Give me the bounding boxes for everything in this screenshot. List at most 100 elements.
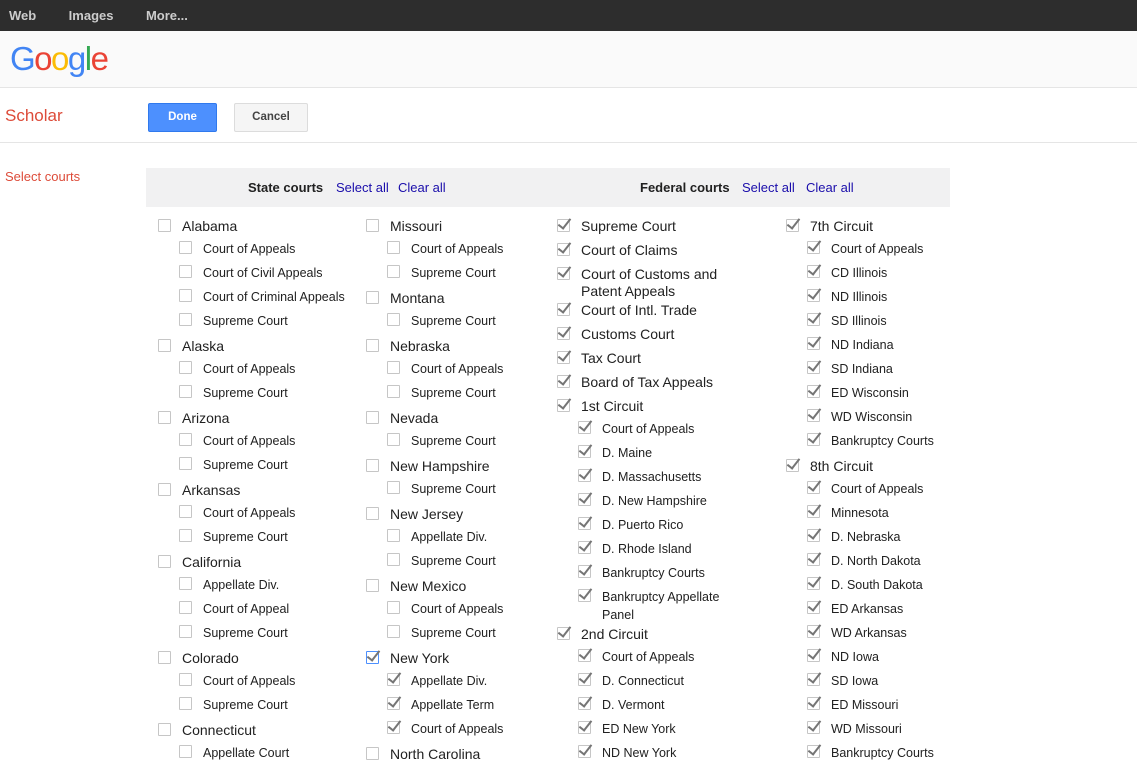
court-checkbox[interactable] bbox=[578, 697, 591, 710]
court-label[interactable]: Court of Appeal bbox=[203, 600, 289, 618]
court-label[interactable]: Court of Appeals bbox=[411, 720, 503, 738]
court-label[interactable]: New York bbox=[390, 650, 449, 667]
court-label[interactable]: Alaska bbox=[182, 338, 224, 355]
court-checkbox[interactable] bbox=[387, 361, 400, 374]
court-label[interactable]: Court of Appeals bbox=[203, 432, 295, 450]
court-label[interactable]: Bankruptcy Courts bbox=[602, 564, 705, 582]
court-checkbox[interactable] bbox=[366, 411, 379, 424]
court-checkbox[interactable] bbox=[807, 433, 820, 446]
court-checkbox[interactable] bbox=[366, 459, 379, 472]
court-label[interactable]: D. South Dakota bbox=[831, 576, 923, 594]
federal-clear-all-link[interactable]: Clear all bbox=[806, 168, 854, 207]
court-checkbox[interactable] bbox=[179, 745, 192, 758]
court-label[interactable]: Bankruptcy Appellate Panel bbox=[602, 588, 753, 624]
court-label[interactable]: Nevada bbox=[390, 410, 438, 427]
court-label[interactable]: Arkansas bbox=[182, 482, 240, 499]
court-label[interactable]: Supreme Court bbox=[411, 624, 496, 642]
court-label[interactable]: Supreme Court bbox=[411, 480, 496, 498]
court-label[interactable]: D. Connecticut bbox=[602, 672, 684, 690]
court-label[interactable]: Supreme Court bbox=[203, 456, 288, 474]
court-checkbox[interactable] bbox=[179, 241, 192, 254]
court-label[interactable]: D. Rhode Island bbox=[602, 540, 692, 558]
court-label[interactable]: WD Wisconsin bbox=[831, 408, 912, 426]
court-label[interactable]: Appellate Div. bbox=[411, 672, 487, 690]
court-checkbox[interactable] bbox=[158, 339, 171, 352]
court-label[interactable]: Arizona bbox=[182, 410, 229, 427]
court-label[interactable]: Court of Intl. Trade bbox=[581, 302, 697, 319]
court-label[interactable]: Tax Court bbox=[581, 350, 641, 367]
court-checkbox[interactable] bbox=[578, 469, 591, 482]
court-checkbox[interactable] bbox=[578, 565, 591, 578]
court-checkbox[interactable] bbox=[179, 313, 192, 326]
court-label[interactable]: Appellate Court bbox=[203, 744, 289, 762]
court-label[interactable]: Court of Appeals bbox=[411, 600, 503, 618]
court-label[interactable]: Customs Court bbox=[581, 326, 674, 343]
court-checkbox[interactable] bbox=[366, 579, 379, 592]
court-label[interactable]: CD Illinois bbox=[831, 264, 887, 282]
court-checkbox[interactable] bbox=[807, 625, 820, 638]
court-checkbox[interactable] bbox=[557, 219, 570, 232]
court-label[interactable]: D. Puerto Rico bbox=[602, 516, 683, 534]
nav-web-link[interactable]: Web bbox=[0, 0, 50, 31]
court-label[interactable]: Supreme Court bbox=[203, 384, 288, 402]
court-checkbox[interactable] bbox=[179, 673, 192, 686]
court-label[interactable]: Court of Appeals bbox=[831, 240, 923, 258]
court-checkbox[interactable] bbox=[179, 385, 192, 398]
court-label[interactable]: Court of Claims bbox=[581, 242, 677, 259]
court-label[interactable]: ED Arkansas bbox=[831, 600, 903, 618]
court-checkbox[interactable] bbox=[807, 745, 820, 758]
court-label[interactable]: D. Vermont bbox=[602, 696, 665, 714]
court-label[interactable]: New Jersey bbox=[390, 506, 463, 523]
court-checkbox[interactable] bbox=[578, 721, 591, 734]
court-checkbox[interactable] bbox=[158, 411, 171, 424]
court-label[interactable]: Bankruptcy Courts bbox=[831, 432, 934, 450]
court-checkbox[interactable] bbox=[557, 327, 570, 340]
court-checkbox[interactable] bbox=[387, 721, 400, 734]
court-label[interactable]: D. Massachusetts bbox=[602, 468, 701, 486]
court-checkbox[interactable] bbox=[807, 289, 820, 302]
court-label[interactable]: WD Arkansas bbox=[831, 624, 907, 642]
court-checkbox[interactable] bbox=[557, 351, 570, 364]
court-checkbox[interactable] bbox=[786, 459, 799, 472]
court-checkbox[interactable] bbox=[807, 337, 820, 350]
court-checkbox[interactable] bbox=[179, 625, 192, 638]
court-checkbox[interactable] bbox=[387, 481, 400, 494]
court-checkbox[interactable] bbox=[807, 529, 820, 542]
court-checkbox[interactable] bbox=[158, 651, 171, 664]
court-label[interactable]: Bankruptcy Courts bbox=[831, 744, 934, 762]
court-checkbox[interactable] bbox=[179, 289, 192, 302]
court-label[interactable]: SD Indiana bbox=[831, 360, 893, 378]
court-checkbox[interactable] bbox=[557, 375, 570, 388]
court-label[interactable]: Appellate Term bbox=[411, 696, 494, 714]
court-label[interactable]: Missouri bbox=[390, 218, 442, 235]
court-checkbox[interactable] bbox=[366, 651, 379, 664]
court-label[interactable]: ND Iowa bbox=[831, 648, 879, 666]
court-checkbox[interactable] bbox=[807, 697, 820, 710]
court-label[interactable]: WD Missouri bbox=[831, 720, 902, 738]
court-label[interactable]: Supreme Court bbox=[581, 218, 676, 235]
court-checkbox[interactable] bbox=[158, 219, 171, 232]
court-label[interactable]: Court of Appeals bbox=[411, 360, 503, 378]
court-label[interactable]: Court of Appeals bbox=[203, 240, 295, 258]
court-label[interactable]: ED Wisconsin bbox=[831, 384, 909, 402]
court-checkbox[interactable] bbox=[387, 553, 400, 566]
court-checkbox[interactable] bbox=[158, 723, 171, 736]
court-label[interactable]: 1st Circuit bbox=[581, 398, 643, 415]
state-clear-all-link[interactable]: Clear all bbox=[398, 168, 446, 207]
court-checkbox[interactable] bbox=[807, 601, 820, 614]
court-label[interactable]: ND Indiana bbox=[831, 336, 894, 354]
court-checkbox[interactable] bbox=[366, 339, 379, 352]
court-label[interactable]: Court of Appeals bbox=[602, 420, 694, 438]
court-checkbox[interactable] bbox=[179, 529, 192, 542]
court-label[interactable]: 2nd Circuit bbox=[581, 626, 648, 643]
court-checkbox[interactable] bbox=[578, 541, 591, 554]
court-checkbox[interactable] bbox=[807, 505, 820, 518]
court-checkbox[interactable] bbox=[179, 577, 192, 590]
court-checkbox[interactable] bbox=[179, 697, 192, 710]
court-checkbox[interactable] bbox=[807, 409, 820, 422]
google-logo[interactable]: Google bbox=[10, 40, 107, 78]
court-label[interactable]: Alabama bbox=[182, 218, 237, 235]
court-label[interactable]: Supreme Court bbox=[203, 528, 288, 546]
court-label[interactable]: New Mexico bbox=[390, 578, 466, 595]
court-checkbox[interactable] bbox=[366, 291, 379, 304]
